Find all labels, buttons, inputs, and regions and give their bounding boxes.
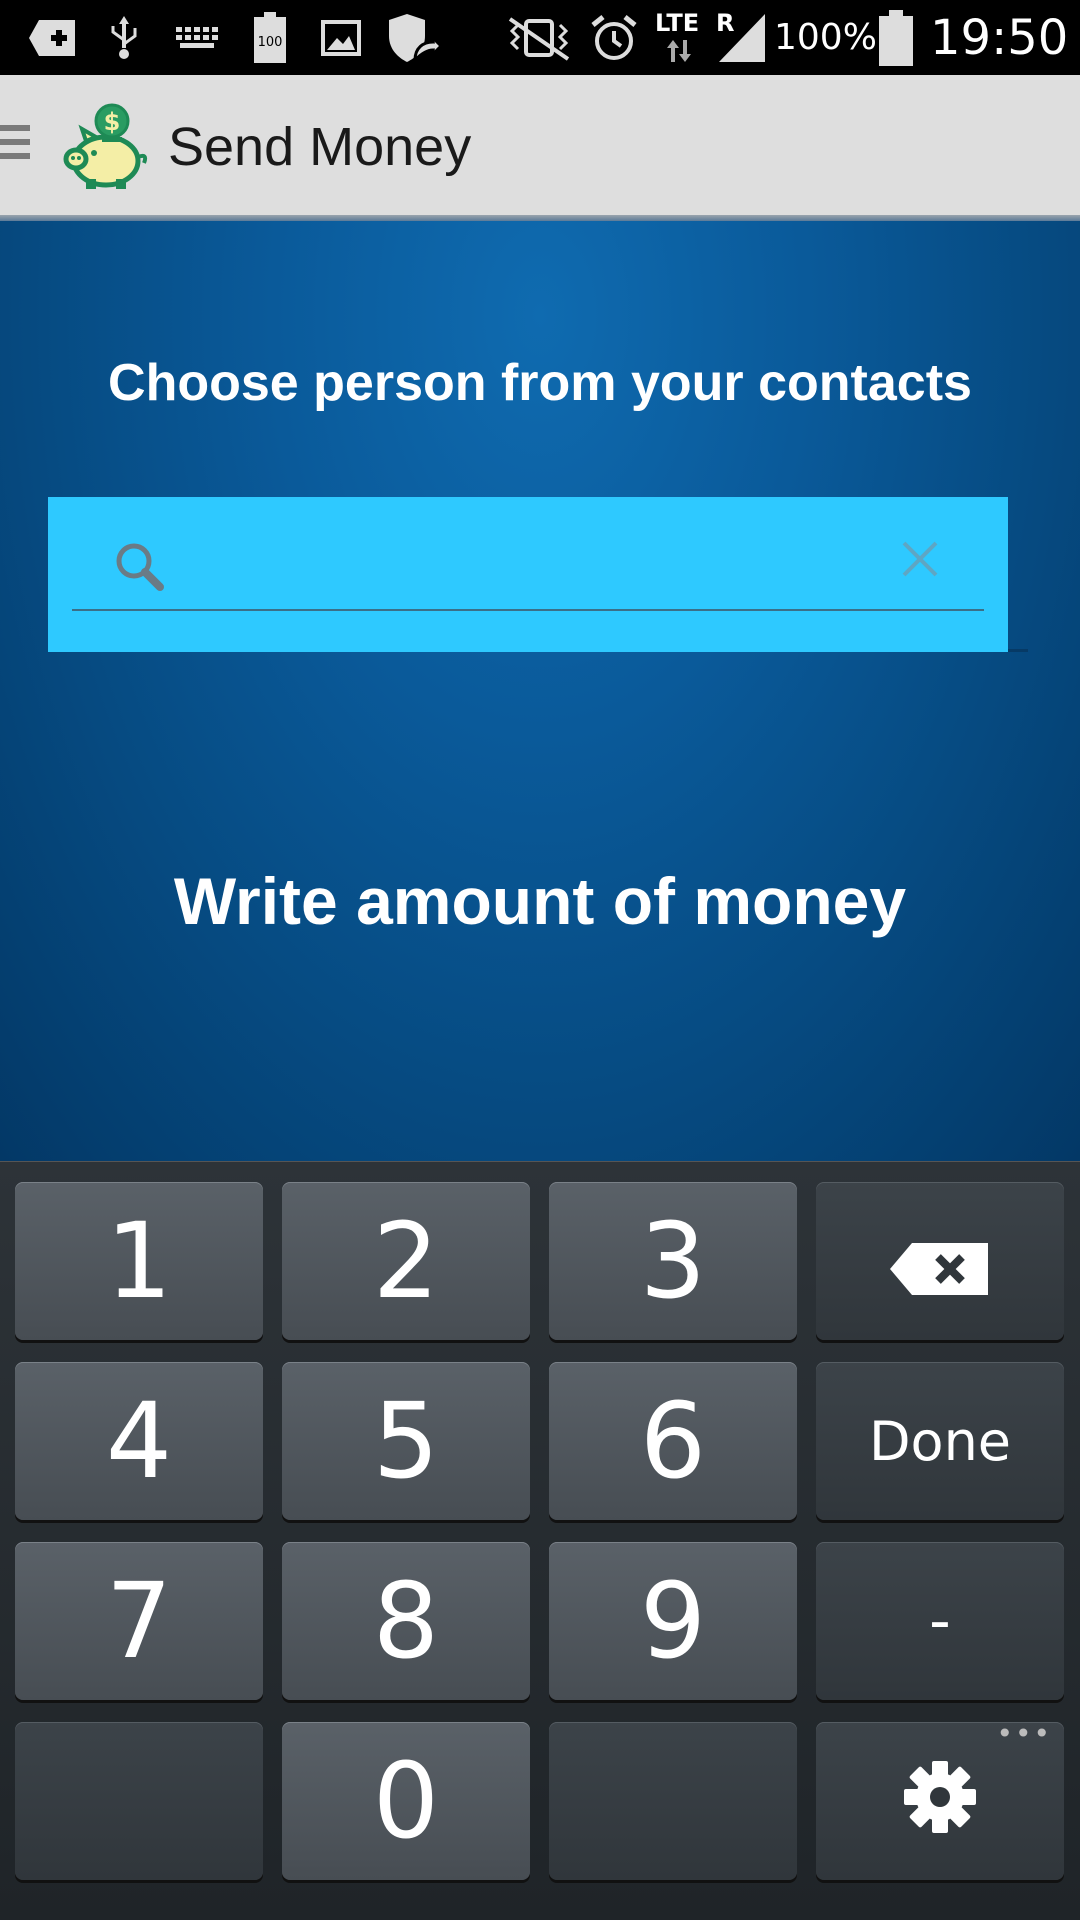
settings-key[interactable]: ••• [816,1717,1064,1880]
battery-small-label: 100 [258,35,283,50]
page-title: Send Money [168,117,472,177]
key-2[interactable]: 2 [282,1182,530,1340]
search-box-edge [1008,649,1028,652]
status-bar: 100 LTE R 100% 19:50 [0,0,1080,75]
key-8[interactable]: 8 [282,1542,530,1700]
plus-icon [28,12,80,64]
alarm-icon [588,12,640,64]
network-type-label: LTE [655,9,700,37]
search-underline [72,609,984,611]
numeric-keyboard: 1 2 3 4 5 6 Done 7 8 9 - 0 ••• [0,1161,1080,1920]
search-icon [110,537,170,597]
blank-key-left[interactable] [15,1722,263,1880]
usb-icon [104,12,144,64]
send-money-form: Choose person from your contacts Write a… [0,221,1080,1161]
lte-icon [664,36,694,66]
action-bar: $ Send Money [0,75,1080,221]
battery-icon [878,10,914,66]
vibrate-icon [504,12,574,64]
contact-search-box[interactable] [48,497,1008,652]
keyboard-icon [172,12,222,64]
done-key-label: Done [868,1409,1012,1473]
blank-key-right[interactable] [549,1722,797,1880]
key-3[interactable]: 3 [549,1182,797,1340]
shield-icon [384,12,442,64]
key-0[interactable]: 0 [282,1722,530,1880]
image-icon [320,12,362,64]
signal-icon [716,12,768,64]
backspace-key[interactable] [816,1182,1064,1340]
amount-prompt: Write amount of money [173,864,907,938]
close-icon[interactable] [900,539,940,579]
contacts-prompt: Choose person from your contacts [108,354,972,412]
backspace-icon [890,1200,990,1322]
drawer-menu-icon[interactable] [0,125,30,169]
key-7[interactable]: 7 [15,1542,263,1700]
key-9[interactable]: 9 [549,1542,797,1700]
contact-search-input[interactable] [188,533,868,593]
svg-text:$: $ [104,108,121,136]
gear-icon [900,1740,980,1862]
battery-percent: 100% [774,17,877,58]
more-options-icon: ••• [996,1717,1052,1750]
done-key[interactable]: Done [816,1362,1064,1520]
dash-key-label: - [929,1586,951,1656]
battery-small-icon: 100 [250,12,290,64]
key-4[interactable]: 4 [15,1362,263,1520]
key-1[interactable]: 1 [15,1182,263,1340]
clock: 19:50 [930,10,1069,66]
dash-key[interactable]: - [816,1542,1064,1700]
key-6[interactable]: 6 [549,1362,797,1520]
piggy-bank-icon[interactable]: $ [60,103,152,191]
key-5[interactable]: 5 [282,1362,530,1520]
